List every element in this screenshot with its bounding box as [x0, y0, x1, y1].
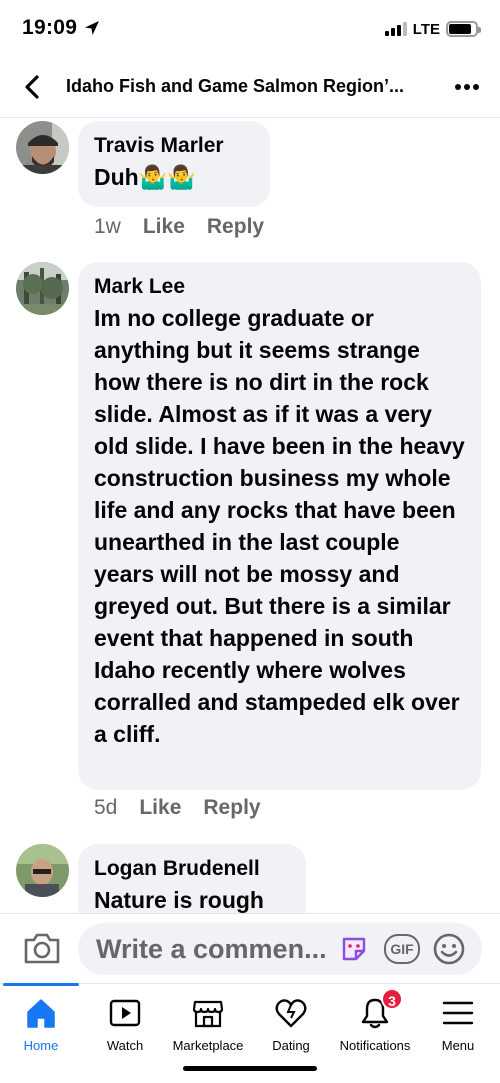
comment-text: Im no college graduate or anything but i…	[94, 305, 465, 747]
location-arrow-icon	[85, 21, 99, 35]
comment-timestamp[interactable]: 5d	[94, 796, 117, 820]
comments-list: Travis Marler Duh🤷‍♂️🤷‍♂️ 1w Like Reply …	[0, 119, 500, 913]
gif-button[interactable]: GIF	[384, 934, 420, 964]
comment-text: Duh🤷‍♂️🤷‍♂️	[94, 164, 196, 190]
status-time: 19:09	[22, 16, 78, 39]
like-button[interactable]: Like	[143, 215, 185, 239]
marketplace-icon	[192, 1000, 224, 1028]
comment-composer: Write a commen... GIF	[0, 913, 500, 983]
dating-icon	[275, 999, 307, 1028]
comment-actions: 1w Like Reply	[94, 215, 264, 239]
comment-item: Logan Brudenell Nature is rough	[16, 844, 486, 913]
avatar[interactable]	[16, 844, 69, 897]
emoji-icon[interactable]	[432, 932, 466, 966]
comment-author[interactable]: Logan Brudenell	[94, 854, 290, 884]
sticker-icon[interactable]	[338, 933, 370, 965]
active-tab-indicator	[3, 983, 79, 986]
watch-icon	[109, 999, 141, 1027]
comment-bubble: Mark Lee Im no college graduate or anyth…	[78, 262, 481, 790]
signal-icon	[384, 22, 407, 36]
like-button[interactable]: Like	[139, 796, 181, 820]
back-icon[interactable]	[18, 72, 48, 102]
comment-bubble: Travis Marler Duh🤷‍♂️🤷‍♂️	[78, 121, 270, 207]
comment-item: Travis Marler Duh🤷‍♂️🤷‍♂️ 1w Like Reply	[16, 121, 486, 249]
network-label: LTE	[412, 20, 440, 38]
avatar[interactable]	[16, 262, 69, 315]
tab-menu[interactable]: Menu	[408, 984, 500, 1054]
status-indicators: LTE	[384, 19, 481, 39]
menu-icon	[442, 1001, 474, 1025]
avatar[interactable]	[16, 121, 69, 174]
comment-input-placeholder: Write a commen...	[96, 934, 327, 964]
comment-input[interactable]: Write a commen... GIF	[78, 923, 482, 975]
comment-text: Nature is rough	[94, 887, 264, 913]
comment-item: Mark Lee Im no college graduate or anyth…	[16, 262, 486, 842]
home-icon	[27, 999, 55, 1028]
reply-button[interactable]: Reply	[203, 796, 260, 820]
tab-label: Menu	[441, 1038, 475, 1053]
page-title: Idaho Fish and Game Salmon Region’...	[66, 76, 405, 96]
comment-author[interactable]: Mark Lee	[94, 272, 465, 302]
battery-icon	[446, 21, 481, 37]
camera-icon[interactable]	[22, 930, 62, 966]
status-bar: 19:09 LTE	[0, 0, 500, 58]
comment-timestamp[interactable]: 1w	[94, 215, 121, 239]
header: Idaho Fish and Game Salmon Region’...	[0, 58, 500, 118]
comment-bubble: Logan Brudenell Nature is rough	[78, 844, 306, 913]
comment-actions: 5d Like Reply	[94, 796, 261, 820]
reply-button[interactable]: Reply	[207, 215, 264, 239]
notification-badge: 3	[381, 988, 403, 1010]
comment-author[interactable]: Travis Marler	[94, 131, 254, 161]
more-options-icon[interactable]	[454, 74, 480, 100]
home-indicator	[183, 1066, 317, 1071]
